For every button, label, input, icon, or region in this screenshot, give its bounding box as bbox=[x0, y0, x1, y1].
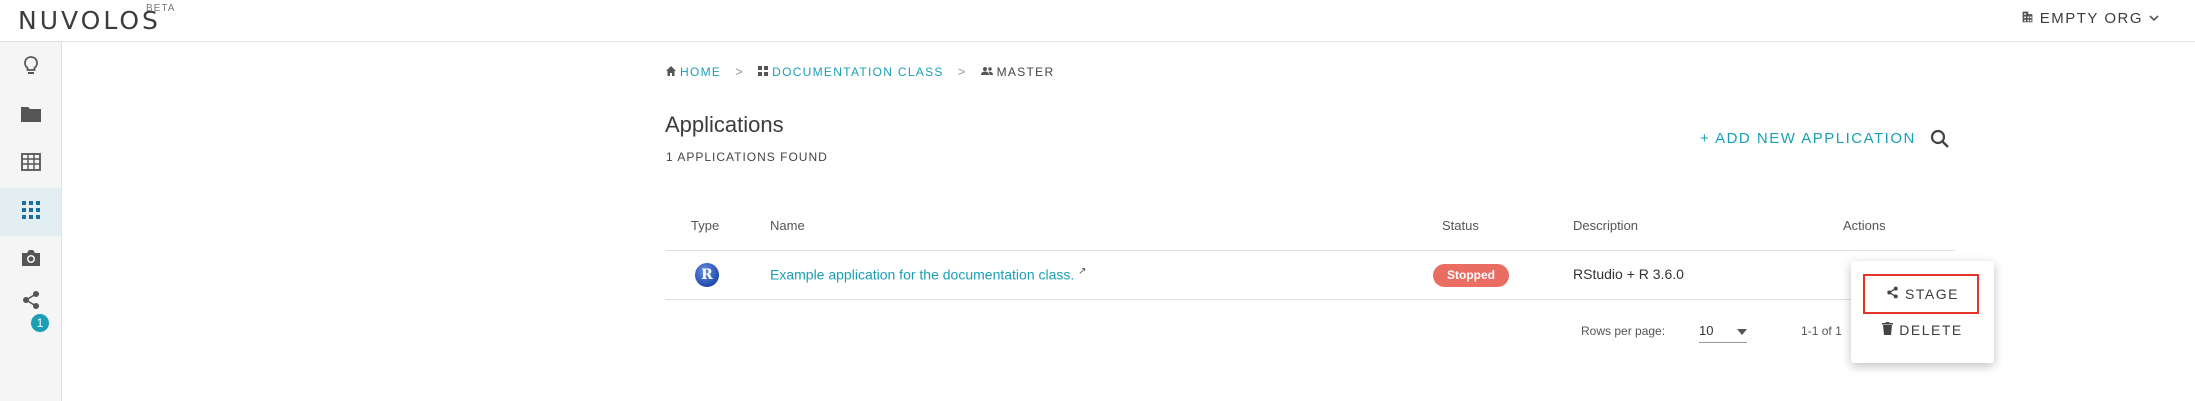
column-header-type[interactable]: Type bbox=[691, 218, 719, 233]
breadcrumb: HOME > DOCUMENTATION CLASS > MASTER bbox=[666, 64, 1054, 79]
stage-highlight-box bbox=[1863, 274, 1979, 314]
column-header-status[interactable]: Status bbox=[1442, 218, 1479, 233]
pagination-range: 1-1 of 1 bbox=[1801, 323, 1842, 338]
page-title: Applications bbox=[665, 112, 784, 137]
application-name: Example application for the documentatio… bbox=[770, 266, 1075, 283]
delete-menu-item[interactable]: DELETE bbox=[1851, 312, 1994, 348]
breadcrumb-space-label: DOCUMENTATION CLASS bbox=[772, 64, 944, 79]
breadcrumb-home[interactable]: HOME bbox=[666, 65, 721, 79]
beta-label: BETA bbox=[146, 3, 176, 14]
rows-per-page-value: 10 bbox=[1699, 322, 1714, 338]
brand-logo[interactable]: NUVOLOS bbox=[18, 6, 161, 35]
sidebar-item-snapshots[interactable] bbox=[0, 236, 61, 284]
search-icon bbox=[1930, 129, 1950, 153]
org-selector[interactable]: EMPTY ORG bbox=[2021, 10, 2159, 27]
home-icon bbox=[666, 65, 676, 79]
building-icon bbox=[2021, 10, 2034, 27]
pagination: Rows per page: 10 1-1 of 1 bbox=[1581, 318, 1842, 343]
chevron-down-icon bbox=[2149, 10, 2159, 27]
breadcrumb-separator: > bbox=[957, 64, 967, 79]
trash-icon bbox=[1882, 322, 1894, 338]
search-button[interactable] bbox=[1930, 129, 1950, 154]
breadcrumb-separator: > bbox=[735, 64, 745, 79]
sidebar-item-applications[interactable] bbox=[0, 188, 61, 236]
breadcrumb-space[interactable]: DOCUMENTATION CLASS bbox=[758, 65, 944, 79]
sidebar: 1 bbox=[0, 42, 62, 401]
notification-badge: 1 bbox=[29, 312, 51, 334]
table-icon bbox=[20, 152, 41, 176]
folder-icon bbox=[20, 105, 42, 128]
column-header-description[interactable]: Description bbox=[1573, 218, 1638, 233]
sidebar-item-distribution[interactable]: 1 bbox=[0, 284, 61, 334]
column-header-actions: Actions bbox=[1843, 218, 1886, 233]
table-header: Type Name Status Description Actions bbox=[665, 210, 1955, 251]
actions-menu: STAGE DELETE bbox=[1851, 261, 1994, 363]
camera-icon bbox=[20, 249, 42, 272]
breadcrumb-home-label: HOME bbox=[680, 64, 722, 79]
application-name-link[interactable]: Example application for the documentatio… bbox=[770, 266, 1087, 283]
breadcrumb-instance: MASTER bbox=[980, 64, 1055, 79]
rows-per-page-label: Rows per page: bbox=[1581, 323, 1666, 338]
sidebar-item-tips[interactable] bbox=[0, 44, 61, 92]
lightbulb-icon bbox=[21, 55, 41, 82]
table-row: R Example application for the documentat… bbox=[665, 251, 1955, 300]
apps-grid-icon bbox=[21, 200, 40, 224]
top-bar: NUVOLOS BETA EMPTY ORG bbox=[0, 0, 2195, 42]
share-icon bbox=[21, 290, 41, 315]
r-language-icon: R bbox=[695, 263, 719, 287]
add-application-button[interactable]: + ADD NEW APPLICATION bbox=[1700, 130, 1916, 147]
results-count: 1 APPLICATIONS FOUND bbox=[666, 150, 828, 164]
users-icon bbox=[980, 65, 993, 79]
space-icon bbox=[758, 65, 769, 79]
column-header-name[interactable]: Name bbox=[770, 218, 805, 233]
external-link-icon: ↗ bbox=[1078, 266, 1087, 277]
delete-label: DELETE bbox=[1899, 322, 1963, 338]
applications-table: Type Name Status Description Actions R E… bbox=[665, 210, 1955, 300]
sidebar-item-tables[interactable] bbox=[0, 140, 61, 188]
breadcrumb-instance-label: MASTER bbox=[996, 64, 1055, 79]
status-badge: Stopped bbox=[1433, 264, 1509, 287]
rows-per-page-select[interactable]: 10 bbox=[1699, 318, 1748, 343]
caret-down-icon bbox=[1737, 323, 1748, 338]
application-description: RStudio + R 3.6.0 bbox=[1573, 266, 1684, 282]
sidebar-item-files[interactable] bbox=[0, 92, 61, 140]
org-label: EMPTY ORG bbox=[2039, 10, 2143, 27]
